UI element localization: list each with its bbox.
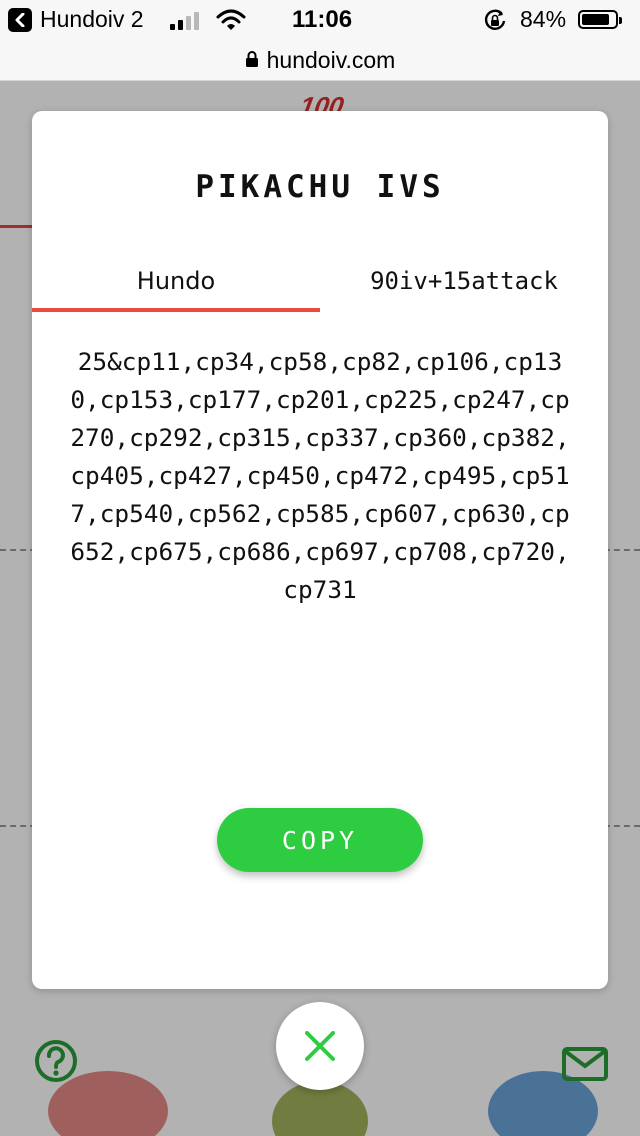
back-app-name: Hundoiv 2: [40, 6, 144, 32]
tab-90iv-15attack[interactable]: 90iv+15attack: [320, 251, 608, 311]
address-bar[interactable]: hundoiv.com: [0, 40, 640, 81]
modal-title: PIKACHU IVS: [195, 169, 445, 205]
close-button[interactable]: [276, 1002, 364, 1090]
tab-hundo[interactable]: Hundo: [32, 251, 320, 311]
status-bar: Hundoiv 2 11:06 84%: [0, 0, 640, 40]
wifi-icon: [216, 8, 246, 39]
padlock-icon: [245, 47, 259, 74]
url-text: hundoiv.com: [266, 46, 396, 73]
clock: 11:06: [292, 6, 353, 33]
iv-modal: PIKACHU IVS Hundo 90iv+15attack 25&cp11,…: [32, 111, 608, 989]
close-x-icon: [305, 1031, 335, 1061]
battery-percent: 84%: [520, 6, 567, 32]
back-arrow-icon: [8, 7, 32, 32]
copy-button[interactable]: COPY: [217, 808, 423, 872]
cellular-signal-icon: [170, 10, 199, 30]
search-string-text: 25&cp11,cp34,cp58,cp82,cp106,cp130,cp153…: [70, 347, 570, 604]
rotation-lock-icon: [482, 8, 508, 41]
battery-icon: [578, 10, 622, 29]
back-to-app[interactable]: Hundoiv 2: [8, 6, 144, 33]
active-tab-indicator: [32, 308, 320, 312]
tab-bar: Hundo 90iv+15attack: [32, 251, 608, 311]
